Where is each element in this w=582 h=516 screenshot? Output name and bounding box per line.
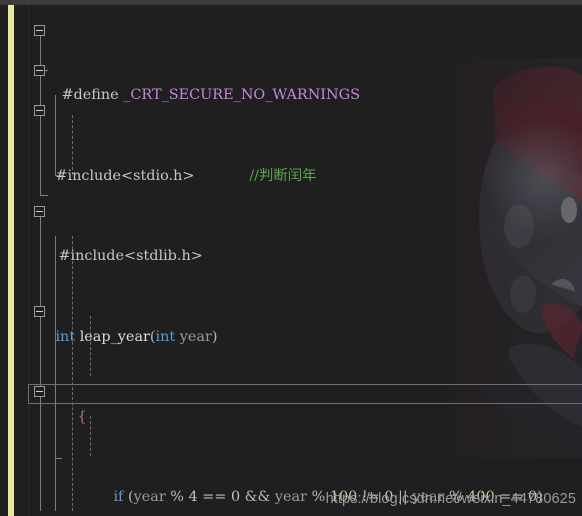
code-line[interactable]: {: [0, 387, 582, 425]
token-param-name: year: [179, 328, 212, 345]
token-macro-name: _CRT_SECURE_NO_WARNINGS: [123, 87, 360, 104]
code-line[interactable]: #define _CRT_SECURE_NO_WARNINGS: [0, 65, 582, 103]
code-line[interactable]: #include<stdio.h> //判断闰年: [0, 146, 582, 184]
token-keyword-if: if: [113, 489, 124, 506]
code-editor[interactable]: #define _CRT_SECURE_NO_WARNINGS #include…: [0, 0, 582, 516]
code-line[interactable]: if (year % 4 == 0 && year % 100 != 0 || …: [0, 467, 582, 505]
token-comment: //判断闰年: [249, 167, 317, 184]
code-line[interactable]: int leap_year(int year): [0, 306, 582, 345]
token-type-int: int: [55, 328, 76, 345]
token-include-stdlib: #include<stdlib.h>: [58, 248, 203, 265]
token-directive: #define: [61, 87, 119, 104]
code-content[interactable]: #define _CRT_SECURE_NO_WARNINGS #include…: [0, 5, 582, 516]
token-open-brace: {: [77, 408, 87, 425]
token-function-name: leap_year: [79, 328, 150, 345]
code-line[interactable]: #include<stdlib.h>: [0, 226, 582, 264]
token-include-stdio: #include<stdio.h>: [55, 167, 195, 184]
token-param-type: int: [155, 328, 176, 345]
